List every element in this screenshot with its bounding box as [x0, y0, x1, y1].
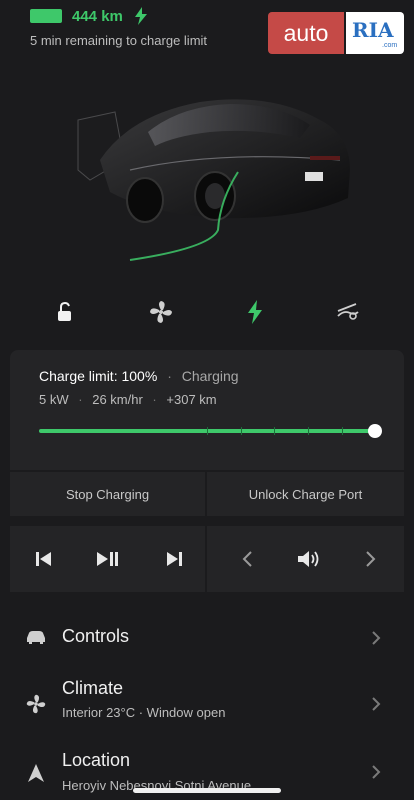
- menu-item-title: Controls: [62, 626, 130, 646]
- next-track-button[interactable]: [160, 546, 188, 572]
- watermark-ria: RIA .com: [346, 12, 404, 54]
- car-icon: [24, 625, 48, 649]
- play-pause-icon: [97, 552, 118, 566]
- slider-tick: [241, 427, 242, 435]
- charge-rate: 26 km/hr: [92, 392, 143, 407]
- menu-item-title: Location: [62, 750, 131, 770]
- unlock-charge-port-button[interactable]: Unlock Charge Port: [207, 472, 404, 516]
- fan-icon: [24, 692, 48, 716]
- battery-icon: [30, 9, 62, 23]
- chevron-right-icon: [366, 551, 376, 567]
- slider-tick: [274, 427, 275, 435]
- previous-track-button[interactable]: [30, 546, 58, 572]
- menu-item-climate[interactable]: Climate Interior 23°C · Window open: [0, 672, 414, 736]
- charge-limit-line: Charge limit: 100% · Charging: [39, 368, 239, 384]
- charge-power: 5 kW: [39, 392, 69, 407]
- volume-button[interactable]: [295, 546, 323, 572]
- charge-remaining-text: 5 min remaining to charge limit: [30, 33, 208, 48]
- charge-status-card: Charge limit: 100% · Charging 5 kW · 26 …: [10, 350, 404, 470]
- fan-button[interactable]: [139, 290, 183, 334]
- chevron-right-icon: [372, 765, 381, 779]
- lock-icon: [58, 301, 71, 321]
- charge-bolt-icon: [248, 300, 262, 324]
- menu-item-title: Climate: [62, 678, 124, 698]
- charge-added: +307 km: [166, 392, 217, 407]
- watermark-logo: auto RIA .com: [268, 12, 404, 54]
- lock-button[interactable]: [42, 290, 86, 334]
- playback-group: [10, 526, 205, 592]
- next-track-icon: [167, 552, 182, 566]
- watermark-domain: .com: [382, 42, 398, 49]
- charge-button[interactable]: [233, 290, 277, 334]
- charge-limit-label: Charge limit:: [39, 368, 118, 384]
- slider-tick: [342, 427, 343, 435]
- slider-tick: [308, 427, 309, 435]
- volume-up-button[interactable]: [357, 546, 385, 572]
- volume-down-button[interactable]: [233, 546, 261, 572]
- range-value: 444 km: [72, 8, 123, 25]
- chevron-right-icon: [372, 631, 381, 645]
- car-image: [77, 99, 350, 261]
- chevron-left-icon: [242, 551, 252, 567]
- separator-dot: ·: [78, 392, 83, 407]
- slider-tick: [207, 427, 208, 435]
- charge-stats: 5 kW · 26 km/hr · +307 km: [39, 392, 217, 407]
- charge-state: Charging: [181, 368, 239, 384]
- navigation-arrow-icon: [24, 761, 48, 785]
- media-controls: [10, 526, 404, 592]
- menu-item-subtitle: Interior 23°C · Window open: [62, 705, 226, 720]
- play-pause-button[interactable]: [94, 546, 122, 572]
- vent-button[interactable]: [326, 290, 370, 334]
- charge-limit-value: 100%: [121, 368, 158, 384]
- vent-icon: [337, 303, 359, 320]
- separator-dot: ·: [152, 392, 157, 407]
- chevron-right-icon: [372, 697, 381, 711]
- watermark-auto: auto: [268, 12, 344, 54]
- charge-actions: Stop Charging Unlock Charge Port: [10, 472, 404, 516]
- quick-controls: [0, 290, 414, 334]
- menu-item-controls[interactable]: Controls: [0, 612, 414, 662]
- separator-dot: ·: [167, 368, 172, 384]
- watermark-ria-text: RIA: [352, 18, 394, 42]
- volume-group: [207, 526, 404, 592]
- stop-charging-button[interactable]: Stop Charging: [10, 472, 205, 516]
- charge-limit-slider-handle[interactable]: [368, 424, 382, 438]
- speaker-icon: [298, 551, 319, 567]
- previous-track-icon: [36, 552, 51, 566]
- home-indicator[interactable]: [133, 788, 281, 793]
- charging-bolt-icon: [135, 7, 147, 25]
- fan-icon: [150, 301, 172, 323]
